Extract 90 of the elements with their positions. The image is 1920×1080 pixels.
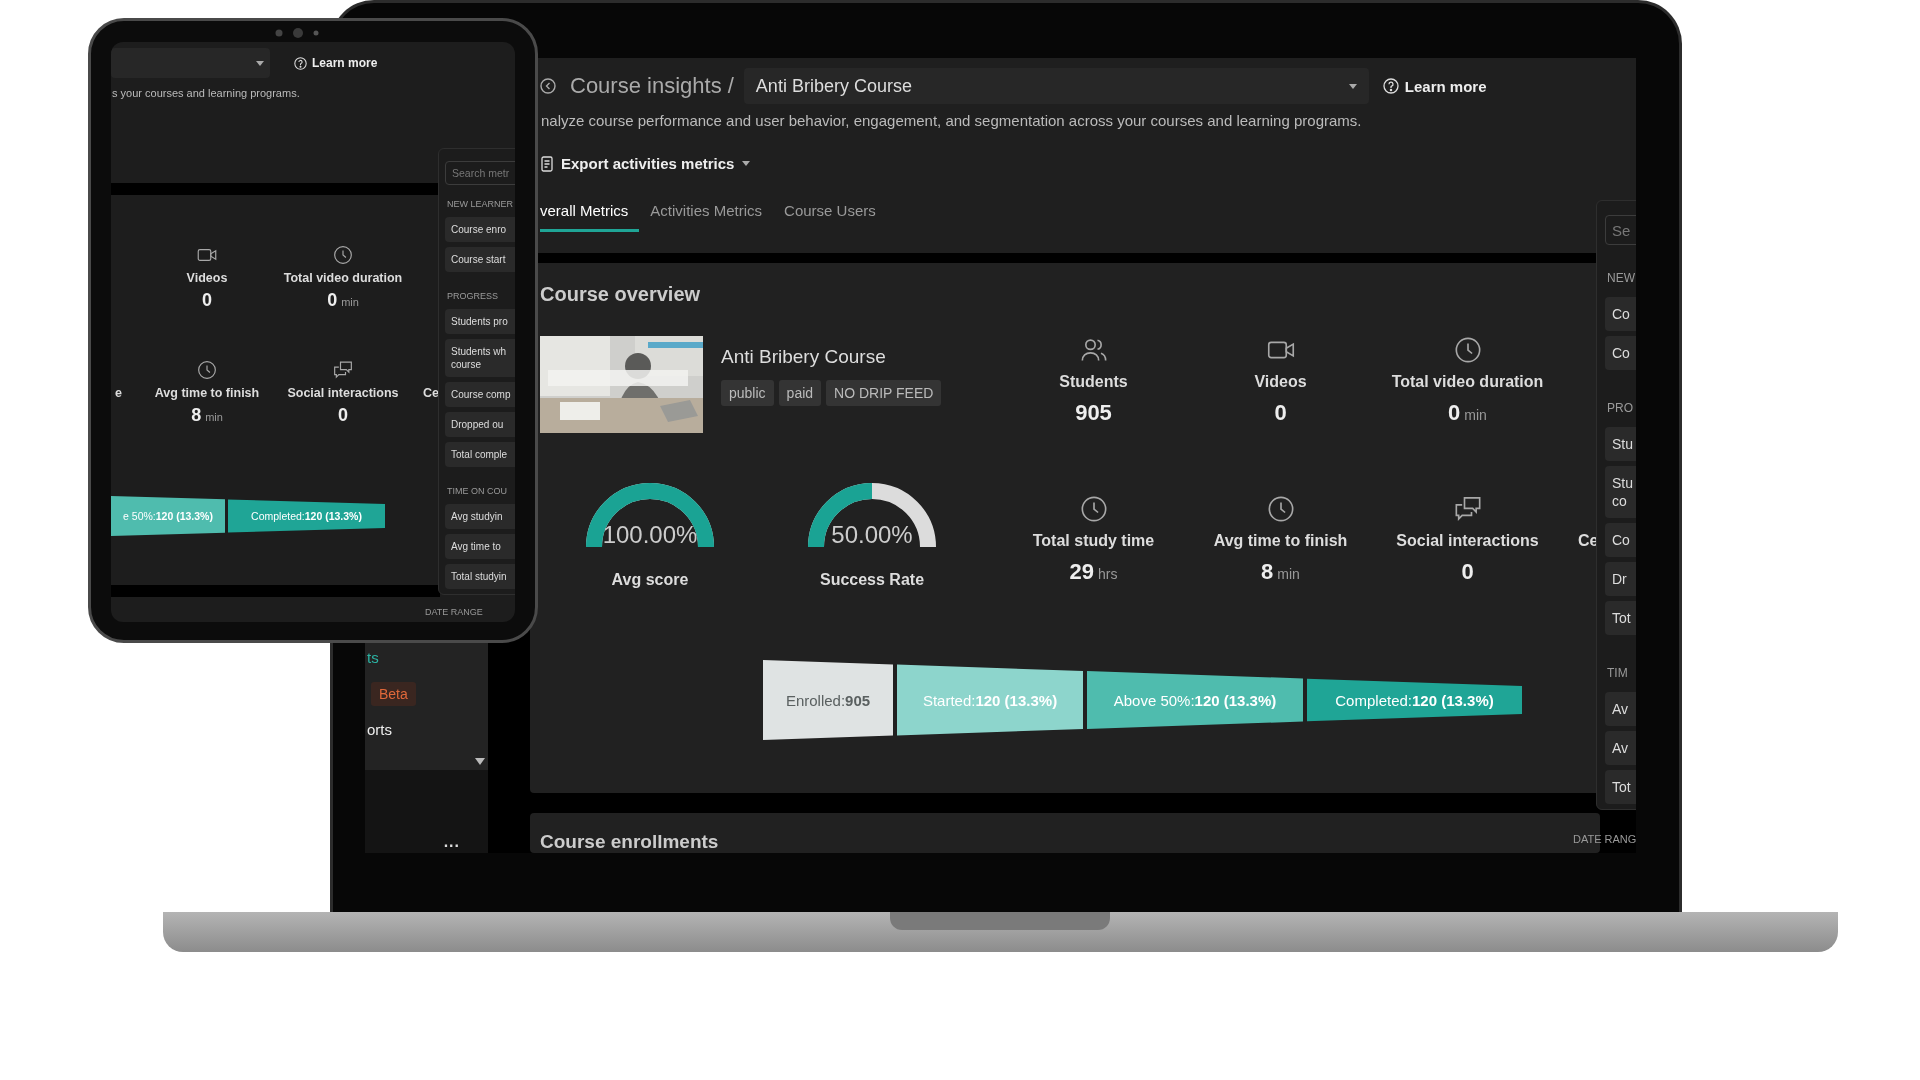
metric-item[interactable]: Co xyxy=(1605,297,1636,331)
stat-label: Total study time xyxy=(1032,531,1155,551)
stat-value: 0 xyxy=(1461,559,1474,585)
metric-item[interactable]: Co xyxy=(1605,523,1636,557)
stat-label: Social interactions xyxy=(1396,531,1539,551)
metric-item[interactable]: Students wh course xyxy=(445,339,515,377)
search-field[interactable]: Se xyxy=(1605,215,1636,245)
gauge-value: 50.00% xyxy=(830,521,914,549)
group-heading: NEW xyxy=(1607,271,1635,285)
course-name: Anti Bribery Course xyxy=(721,346,887,368)
sidebar-item[interactable]: ts xyxy=(367,648,379,668)
tab[interactable]: Course Users xyxy=(773,196,887,232)
page-description: s your courses and learning programs. xyxy=(112,87,301,99)
stat-value: 0 xyxy=(202,290,212,311)
scroll-down-icon[interactable] xyxy=(475,758,485,765)
metric-item[interactable]: Dr xyxy=(1605,562,1636,596)
users-icon xyxy=(1079,336,1108,364)
stat-label: Total video duration xyxy=(1391,372,1544,392)
metric-item[interactable]: Co xyxy=(1605,336,1636,370)
course-dropdown[interactable]: Anti Bribery Course xyxy=(743,68,1369,104)
metric-item[interactable]: Stu xyxy=(1605,427,1636,461)
page-description: nalyze course performance and user behavior, engagement, and segmentation across your courses and learning programs. xyxy=(541,112,1363,129)
learn-more-link[interactable]: Learn more xyxy=(1382,77,1487,95)
course-tag: NO DRIP FEED xyxy=(826,380,942,406)
clock-icon xyxy=(197,360,217,380)
stat-value: 905 xyxy=(1075,400,1112,426)
metric-item[interactable]: Avg studyin xyxy=(445,504,515,529)
metric-item[interactable]: Av xyxy=(1605,692,1636,726)
date-range-label: DATE RANGE xyxy=(425,607,483,617)
date-range-label: DATE RANG xyxy=(1573,833,1636,845)
stat-label: Videos xyxy=(1254,372,1307,392)
stat-label: Total video duration xyxy=(283,270,403,286)
group-heading: TIM xyxy=(1607,666,1628,680)
help-icon xyxy=(294,56,307,70)
clock-icon xyxy=(1079,495,1108,523)
stat-label: Avg time to finish xyxy=(1213,531,1348,551)
help-icon xyxy=(1382,78,1399,94)
card-title: Course enrollments xyxy=(540,831,719,853)
clock-icon xyxy=(1266,495,1295,523)
stat-label: Avg time to finish xyxy=(154,385,260,401)
stat-value: 0 xyxy=(338,405,348,426)
metric-item[interactable]: Total comple xyxy=(445,442,515,467)
chat-icon xyxy=(1453,495,1482,523)
stat-value: 0 xyxy=(1274,400,1287,426)
more-button[interactable]: ... xyxy=(443,833,460,851)
stat-value: 0 min xyxy=(1448,400,1487,426)
group-heading: NEW LEARNER xyxy=(447,199,513,209)
metric-item[interactable]: Students pro xyxy=(445,309,515,334)
export-button[interactable]: Export activities metrics xyxy=(541,155,751,172)
gauge-label: Avg score xyxy=(611,571,689,589)
learn-more-link[interactable]: Learn more xyxy=(294,56,378,70)
metric-item[interactable]: Total studyin xyxy=(445,564,515,589)
funnel-segment: e 50%:120 (13.3%) xyxy=(111,496,225,536)
metric-item[interactable]: Av xyxy=(1605,731,1636,765)
gauge-value: 100.00% xyxy=(601,521,699,549)
chat-icon xyxy=(333,360,353,380)
sidebar-item[interactable]: orts xyxy=(367,720,392,740)
beta-badge: Beta xyxy=(371,682,416,706)
search-field[interactable]: Search metr xyxy=(445,161,515,185)
metric-item[interactable]: Stu co xyxy=(1605,466,1636,518)
course-tag: public xyxy=(721,380,774,406)
metric-item[interactable]: Avg time to xyxy=(445,534,515,559)
stat-label: Videos xyxy=(186,270,228,286)
stat-label: Social interactions xyxy=(287,385,399,401)
metric-item[interactable]: Course enro xyxy=(445,217,515,242)
card-title: Course overview xyxy=(540,283,702,307)
stat-value: 29 hrs xyxy=(1069,559,1118,585)
metric-item[interactable]: Dropped ou xyxy=(445,412,515,437)
stat-value: 0 min xyxy=(327,290,359,311)
clock-icon xyxy=(1453,336,1482,364)
stat-value: 8 min xyxy=(1261,559,1300,585)
metric-item[interactable]: Course start xyxy=(445,247,515,272)
metric-item[interactable]: Course comp xyxy=(445,382,515,407)
stat-label: Ce xyxy=(423,385,439,401)
group-heading: TIME ON COU xyxy=(447,486,507,496)
funnel-segment: Enrolled:905 xyxy=(763,660,893,740)
group-heading: PRO xyxy=(1607,401,1633,415)
page-title: Course insights / xyxy=(570,73,734,99)
metric-item[interactable]: Tot xyxy=(1605,601,1636,635)
back-icon[interactable] xyxy=(540,78,556,94)
gauge-label: Success Rate xyxy=(819,571,925,589)
group-heading: PROGRESS xyxy=(447,291,498,301)
stat-label: Students xyxy=(1059,372,1128,392)
tab[interactable]: Activities Metrics xyxy=(639,196,774,232)
clock-icon xyxy=(333,245,353,265)
document-icon xyxy=(541,155,553,172)
metric-item[interactable]: Tot xyxy=(1605,770,1636,804)
course-tag: paid xyxy=(778,380,822,406)
stat-value: 8 min xyxy=(191,405,223,426)
stat-label: e xyxy=(115,385,122,401)
